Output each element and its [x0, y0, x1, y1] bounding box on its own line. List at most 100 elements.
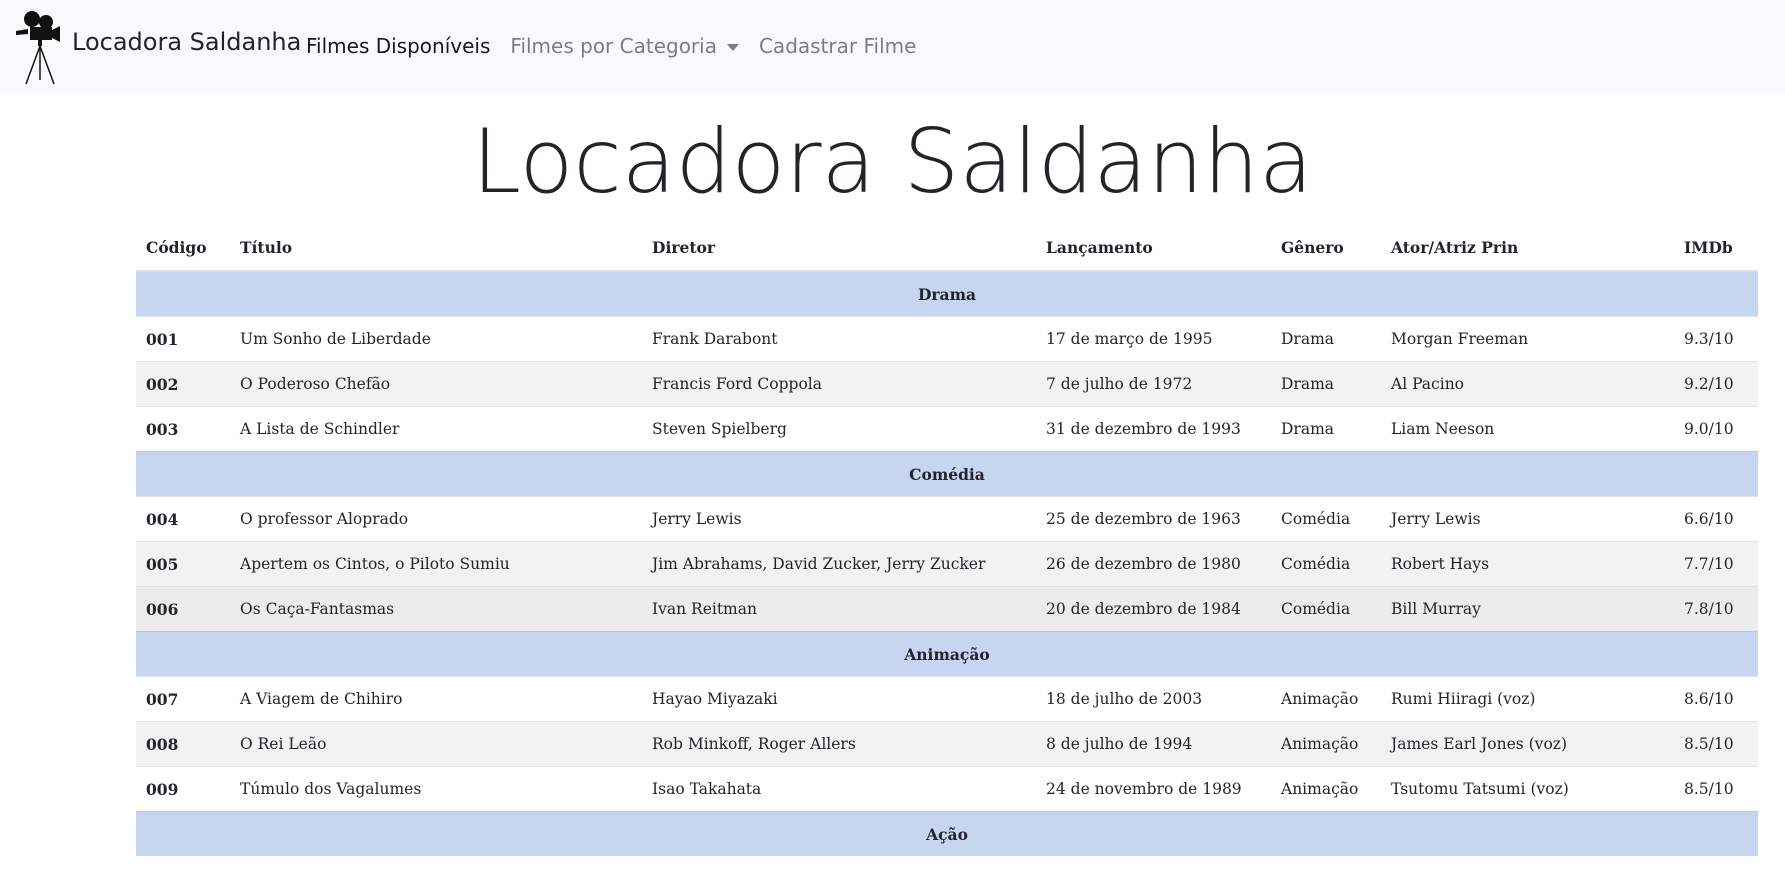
- code-cell: 005: [136, 541, 230, 587]
- nav-links: Filmes Disponíveis Filmes por Categoria …: [306, 34, 916, 58]
- director-cell: Frank Darabont: [642, 316, 1036, 362]
- films-table: Código Título Diretor Lançamento Gênero Ator/…: [136, 224, 1758, 856]
- lead-actor-cell: Morgan Freeman: [1381, 316, 1674, 362]
- code-cell: 001: [136, 316, 230, 362]
- nav-link-filmes-disponiveis[interactable]: Filmes Disponíveis: [306, 34, 490, 58]
- title-cell: O Rei Leão: [230, 721, 642, 767]
- code-cell: 007: [136, 676, 230, 722]
- page-title-text: Locadora Saldanha: [472, 110, 1313, 213]
- nav-dropdown-filmes-por-categoria[interactable]: Filmes por Categoria: [510, 34, 739, 58]
- director-cell: Ivan Reitman: [642, 586, 1036, 632]
- table-body: Drama 001 Um Sonho de Liberdade Frank Darab…: [136, 270, 1758, 856]
- imdb-cell: 9.0/10: [1674, 406, 1758, 452]
- imdb-cell: 7.8/10: [1674, 586, 1758, 632]
- code-cell: 004: [136, 496, 230, 542]
- table-row: 006 Os Caça-Fantasmas Ivan Reitman 20 de de…: [136, 586, 1758, 632]
- release-cell: 25 de dezembro de 1963: [1036, 496, 1271, 542]
- table-row: 001 Um Sonho de Liberdade Frank Darabont 17…: [136, 316, 1758, 362]
- table-row: 009 Túmulo dos Vagalumes Isao Takahata 24 d…: [136, 766, 1758, 812]
- title-cell: Túmulo dos Vagalumes: [230, 766, 642, 812]
- imdb-cell: 7.7/10: [1674, 541, 1758, 587]
- release-cell: 8 de julho de 1994: [1036, 721, 1271, 767]
- code-cell: 003: [136, 406, 230, 452]
- release-cell: 20 de dezembro de 1984: [1036, 586, 1271, 632]
- director-cell: Hayao Miyazaki: [642, 676, 1036, 722]
- imdb-cell: 8.5/10: [1674, 721, 1758, 767]
- genre-cell: Comédia: [1271, 541, 1381, 587]
- column-header-imdb: IMDb: [1674, 224, 1758, 272]
- code-cell: 002: [136, 361, 230, 407]
- release-cell: 17 de março de 1995: [1036, 316, 1271, 362]
- column-header-title: Título: [230, 224, 642, 272]
- genre-cell: Drama: [1271, 406, 1381, 452]
- genre-cell: Animação: [1271, 721, 1381, 767]
- table-header: Código Título Diretor Lançamento Gênero Ator/…: [136, 224, 1758, 272]
- column-header-lead-actor: Ator/Atriz Prin: [1381, 224, 1674, 272]
- title-cell: Apertem os Cintos, o Piloto Sumiu: [230, 541, 642, 587]
- title-cell: Um Sonho de Liberdade: [230, 316, 642, 362]
- table-row: 004 O professor Aloprado Jerry Lewis 25 de …: [136, 496, 1758, 542]
- lead-actor-cell: Robert Hays: [1381, 541, 1674, 587]
- director-cell: Steven Spielberg: [642, 406, 1036, 452]
- category-label: Drama: [136, 270, 1758, 317]
- genre-cell: Comédia: [1271, 586, 1381, 632]
- genre-cell: Drama: [1271, 316, 1381, 362]
- release-cell: 31 de dezembro de 1993: [1036, 406, 1271, 452]
- brand-name: Locadora Saldanha: [72, 28, 302, 56]
- code-cell: 006: [136, 586, 230, 632]
- category-label: Comédia: [136, 451, 1758, 497]
- title-cell: O Poderoso Chefão: [230, 361, 642, 407]
- movie-camera-logo-icon: [16, 11, 60, 85]
- category-label: Animação: [136, 631, 1758, 677]
- director-cell: Francis Ford Coppola: [642, 361, 1036, 407]
- genre-cell: Comédia: [1271, 496, 1381, 542]
- code-cell: 008: [136, 721, 230, 767]
- column-header-release: Lançamento: [1036, 224, 1271, 272]
- category-row: Drama: [136, 270, 1758, 317]
- lead-actor-cell: James Earl Jones (voz): [1381, 721, 1674, 767]
- release-cell: 24 de novembro de 1989: [1036, 766, 1271, 812]
- table-header-row: Código Título Diretor Lançamento Gênero Ator/…: [136, 224, 1758, 272]
- imdb-cell: 9.3/10: [1674, 316, 1758, 362]
- genre-cell: Animação: [1271, 676, 1381, 722]
- table-row: 002 O Poderoso Chefão Francis Ford Coppola…: [136, 361, 1758, 407]
- table-row: 003 A Lista de Schindler Steven Spielberg 3…: [136, 406, 1758, 452]
- title-cell: O professor Aloprado: [230, 496, 642, 542]
- nav-link-cadastrar-filme[interactable]: Cadastrar Filme: [759, 34, 916, 58]
- release-cell: 26 de dezembro de 1980: [1036, 541, 1271, 587]
- category-label: Ação: [136, 811, 1758, 856]
- release-cell: 7 de julho de 1972: [1036, 361, 1271, 407]
- director-cell: Isao Takahata: [642, 766, 1036, 812]
- lead-actor-cell: Rumi Hiiragi (voz): [1381, 676, 1674, 722]
- genre-cell: Drama: [1271, 361, 1381, 407]
- genre-cell: Animação: [1271, 766, 1381, 812]
- lead-actor-cell: Bill Murray: [1381, 586, 1674, 632]
- release-cell: 18 de julho de 2003: [1036, 676, 1271, 722]
- title-cell: A Viagem de Chihiro: [230, 676, 642, 722]
- column-header-code: Código: [136, 224, 230, 272]
- nav-link-label: Cadastrar Filme: [758, 34, 917, 58]
- category-row: Comédia: [136, 451, 1758, 497]
- category-row: Animação: [136, 631, 1758, 677]
- title-cell: Os Caça-Fantasmas: [230, 586, 642, 632]
- lead-actor-cell: Liam Neeson: [1381, 406, 1674, 452]
- caret-down-icon: [726, 43, 739, 51]
- director-cell: Jerry Lewis: [642, 496, 1036, 542]
- table-row: 005 Apertem os Cintos, o Piloto Sumiu Jim …: [136, 541, 1758, 587]
- lead-actor-cell: Al Pacino: [1381, 361, 1674, 407]
- lead-actor-cell: Tsutomu Tatsumi (voz): [1381, 766, 1674, 812]
- imdb-cell: 6.6/10: [1674, 496, 1758, 542]
- column-header-director: Diretor: [642, 224, 1036, 272]
- nav-link-label: Filmes por Categoria: [510, 34, 717, 58]
- navbar: Locadora Saldanha Filmes Disponíveis Fil…: [0, 0, 1785, 94]
- title-cell: A Lista de Schindler: [230, 406, 642, 452]
- lead-actor-cell: Jerry Lewis: [1381, 496, 1674, 542]
- code-cell: 009: [136, 766, 230, 812]
- imdb-cell: 8.5/10: [1674, 766, 1758, 812]
- director-cell: Rob Minkoff, Roger Allers: [642, 721, 1036, 767]
- navbar-brand[interactable]: Locadora Saldanha: [14, 8, 301, 86]
- nav-link-label: Filmes Disponíveis: [306, 34, 491, 58]
- director-cell: Jim Abrahams, David Zucker, Jerry Zucker: [642, 541, 1036, 587]
- imdb-cell: 8.6/10: [1674, 676, 1758, 722]
- table-row: 007 A Viagem de Chihiro Hayao Miyazaki 18 d…: [136, 676, 1758, 722]
